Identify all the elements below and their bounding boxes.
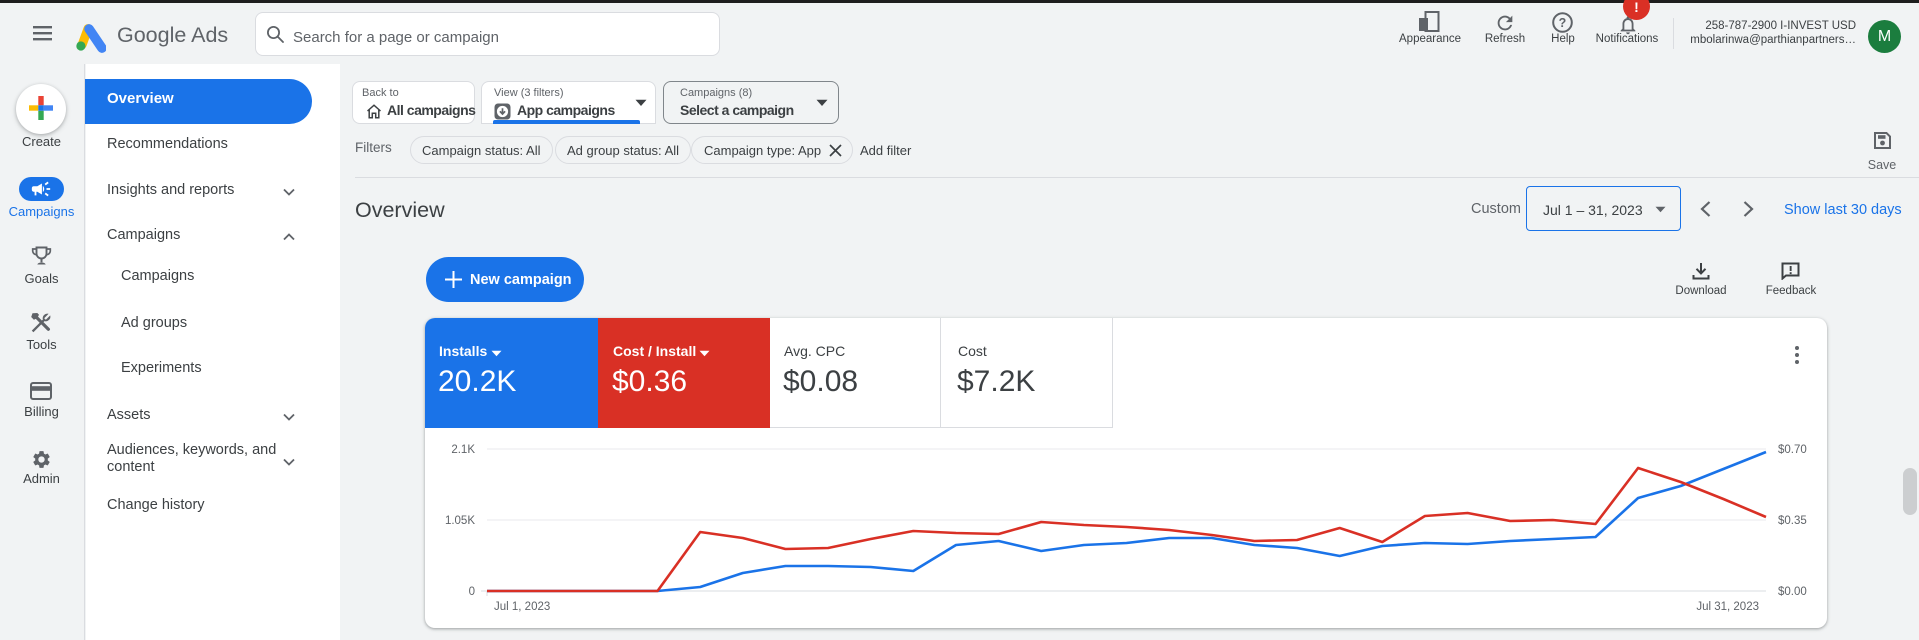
svg-text:1.05K: 1.05K — [445, 515, 475, 527]
svg-text:$0.35: $0.35 — [1778, 515, 1807, 527]
svg-text:0: 0 — [469, 586, 475, 598]
svg-text:$0.00: $0.00 — [1778, 586, 1807, 598]
svg-text:$0.70: $0.70 — [1778, 444, 1807, 456]
svg-text:2.1K: 2.1K — [451, 444, 475, 456]
svg-text:?: ? — [1559, 16, 1567, 30]
svg-text:Jul 1, 2023: Jul 1, 2023 — [494, 601, 550, 613]
svg-text:Jul 31, 2023: Jul 31, 2023 — [1696, 601, 1759, 613]
